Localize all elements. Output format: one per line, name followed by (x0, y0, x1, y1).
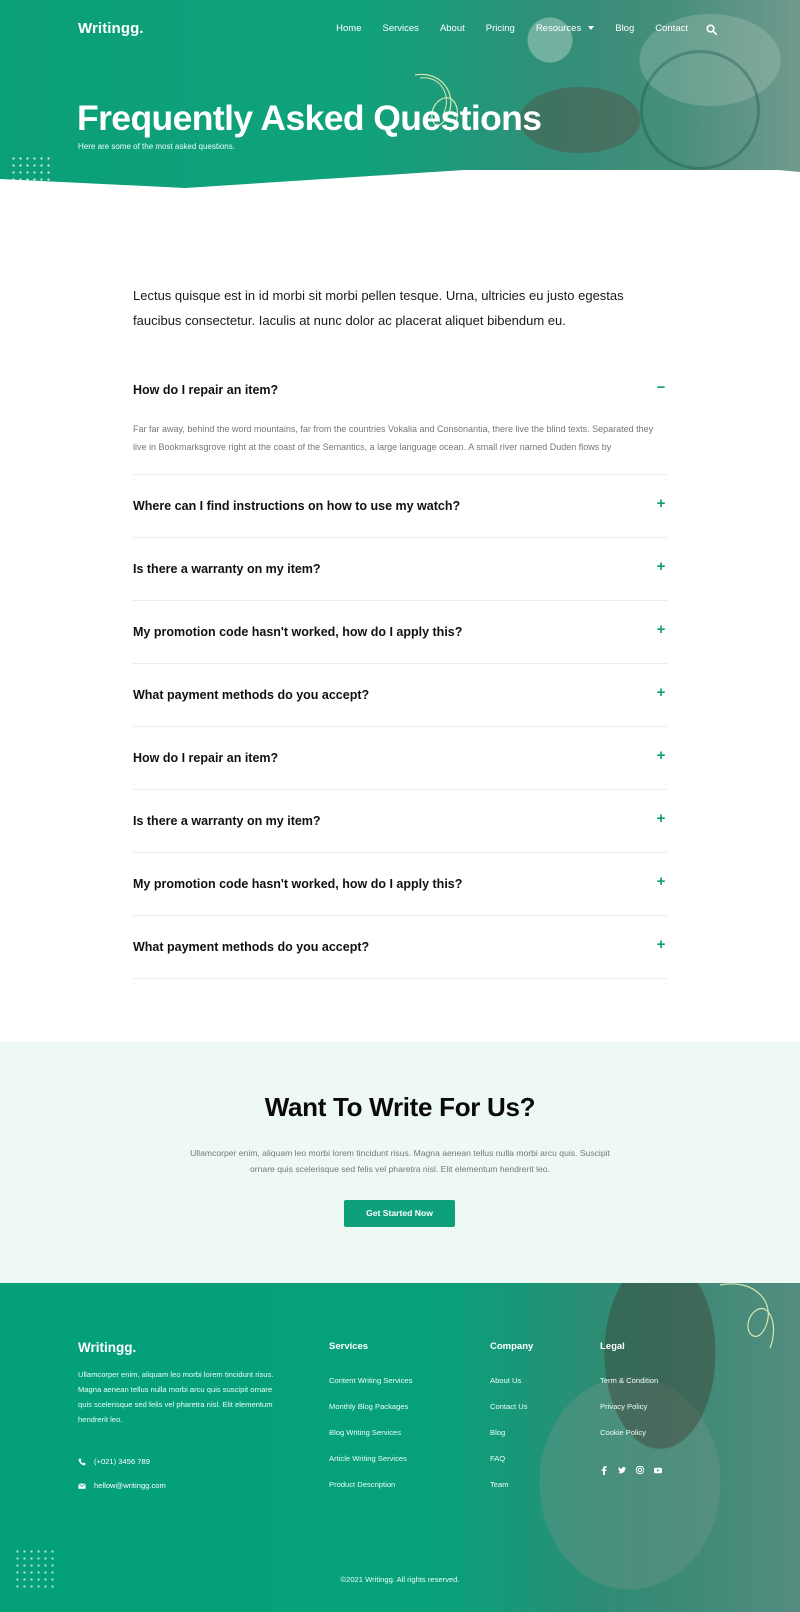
expand-plus-icon[interactable]: + (655, 496, 667, 511)
footer-link[interactable]: Blog Writing Services (329, 1420, 412, 1446)
faq-item: My promotion code hasn't worked, how do … (133, 601, 667, 664)
footer-logo[interactable]: Writingg. (78, 1340, 136, 1355)
site-logo[interactable]: Writingg. (78, 20, 144, 37)
faq-item: How do I repair an item? + (133, 727, 667, 790)
copyright-text: ©2021 Writingg. All rights reserved. (340, 1575, 460, 1584)
footer-legal-column: Legal Term & Condition Privacy Policy Co… (600, 1341, 658, 1446)
faq-question[interactable]: Where can I find instructions on how to … (133, 475, 667, 537)
cta-title: Want To Write For Us? (264, 1092, 536, 1122)
envelope-icon (78, 1482, 86, 1489)
footer-link[interactable]: Team (490, 1472, 533, 1498)
footer-link[interactable]: Privacy Policy (600, 1394, 658, 1420)
expand-plus-icon[interactable]: + (655, 874, 667, 889)
nav-home[interactable]: Home (336, 23, 361, 34)
search-icon[interactable] (706, 22, 718, 35)
footer-link[interactable]: FAQ (490, 1446, 533, 1472)
footer-link[interactable]: Contact Us (490, 1394, 533, 1420)
main-nav: Home Services About Pricing Resources Bl… (315, 22, 718, 35)
faq-item: Is there a warranty on my item? + (133, 538, 667, 601)
footer-about-text: Ullamcorper enim, aliquam leo morbi lore… (78, 1370, 274, 1424)
collapse-minus-icon[interactable]: − (655, 380, 667, 395)
nav-about[interactable]: About (440, 23, 465, 34)
footer-link[interactable]: Monthly Blog Packages (329, 1394, 412, 1420)
expand-plus-icon[interactable]: + (655, 559, 667, 574)
faq-item: Is there a warranty on my item? + (133, 790, 667, 853)
nav-pricing[interactable]: Pricing (486, 23, 515, 34)
faq-question[interactable]: How do I repair an item? (133, 727, 667, 789)
social-links (600, 1465, 662, 1475)
nav-contact[interactable]: Contact (655, 23, 688, 34)
footer-email-address[interactable]: hellow@writingg.com (94, 1481, 166, 1490)
hero-photo-bicycle-wheel (640, 50, 760, 170)
nav-resources[interactable]: Resources (535, 22, 595, 34)
hero-section: Writingg. Home Services About Pricing Re… (0, 0, 800, 210)
expand-plus-icon[interactable]: + (655, 937, 667, 952)
faq-answer: Far far away, behind the word mountains,… (133, 424, 654, 452)
site-footer: Writingg. Ullamcorper enim, aliquam leo … (0, 1283, 800, 1612)
footer-services-column: Services Content Writing Services Monthl… (329, 1341, 412, 1498)
nav-resources-label: Resources (535, 22, 582, 34)
faq-item: What payment methods do you accept? + (133, 916, 667, 979)
faq-question[interactable]: How do I repair an item? (133, 364, 667, 416)
faq-item: Where can I find instructions on how to … (133, 475, 667, 538)
footer-link[interactable]: About Us (490, 1368, 533, 1394)
footer-company-column: Company About Us Contact Us Blog FAQ Tea… (490, 1341, 533, 1498)
page-subtitle: Here are some of the most asked question… (78, 142, 235, 151)
expand-plus-icon[interactable]: + (655, 622, 667, 637)
facebook-icon[interactable] (600, 1465, 608, 1475)
footer-link[interactable]: Article Writing Services (329, 1446, 412, 1472)
faq-item: My promotion code hasn't worked, how do … (133, 853, 667, 916)
faq-question[interactable]: Is there a warranty on my item? (133, 790, 667, 852)
footer-phone-number[interactable]: (+021) 3456 789 (94, 1457, 150, 1466)
page-title: Frequently Asked Questions (77, 98, 542, 138)
expand-plus-icon[interactable]: + (655, 748, 667, 763)
nav-blog[interactable]: Blog (615, 23, 634, 34)
footer-link[interactable]: Cookie Policy (600, 1420, 658, 1446)
footer-link[interactable]: Product Description (329, 1472, 412, 1498)
faq-question[interactable]: My promotion code hasn't worked, how do … (133, 853, 667, 915)
hero-wave-divider (0, 170, 800, 210)
footer-services-title: Services (329, 1341, 369, 1352)
footer-legal-title: Legal (600, 1341, 625, 1352)
twitter-icon[interactable] (618, 1466, 626, 1474)
nav-services[interactable]: Services (383, 23, 419, 34)
chevron-down-icon (588, 26, 595, 30)
expand-plus-icon[interactable]: + (655, 811, 667, 826)
squiggle-decoration-icon (719, 1283, 775, 1349)
faq-item: How do I repair an item? − Far far away,… (133, 364, 667, 475)
instagram-icon[interactable] (636, 1466, 644, 1474)
faq-accordion: How do I repair an item? − Far far away,… (133, 364, 667, 979)
write-for-us-cta: Want To Write For Us? Ullamcorper enim, … (0, 1042, 800, 1283)
get-started-button[interactable]: Get Started Now (344, 1200, 455, 1227)
expand-plus-icon[interactable]: + (655, 685, 667, 700)
faq-item: What payment methods do you accept? + (133, 664, 667, 727)
footer-company-title: Company (490, 1341, 534, 1352)
faq-question[interactable]: What payment methods do you accept? (133, 916, 667, 978)
footer-link[interactable]: Content Writing Services (329, 1368, 412, 1394)
youtube-icon[interactable] (654, 1466, 662, 1474)
faq-question[interactable]: What payment methods do you accept? (133, 664, 667, 726)
footer-link[interactable]: Term & Condition (600, 1368, 658, 1394)
phone-icon (78, 1458, 86, 1465)
faq-question[interactable]: My promotion code hasn't worked, how do … (133, 601, 667, 663)
footer-phone: (+021) 3456 789 (78, 1457, 150, 1466)
cta-description: Ullamcorper enim, aliquam leo morbi lore… (190, 1148, 610, 1174)
footer-email: hellow@writingg.com (78, 1481, 166, 1490)
footer-link[interactable]: Blog (490, 1420, 533, 1446)
faq-intro-text: Lectus quisque est in id morbi sit morbi… (133, 288, 624, 328)
faq-question[interactable]: Is there a warranty on my item? (133, 538, 667, 600)
